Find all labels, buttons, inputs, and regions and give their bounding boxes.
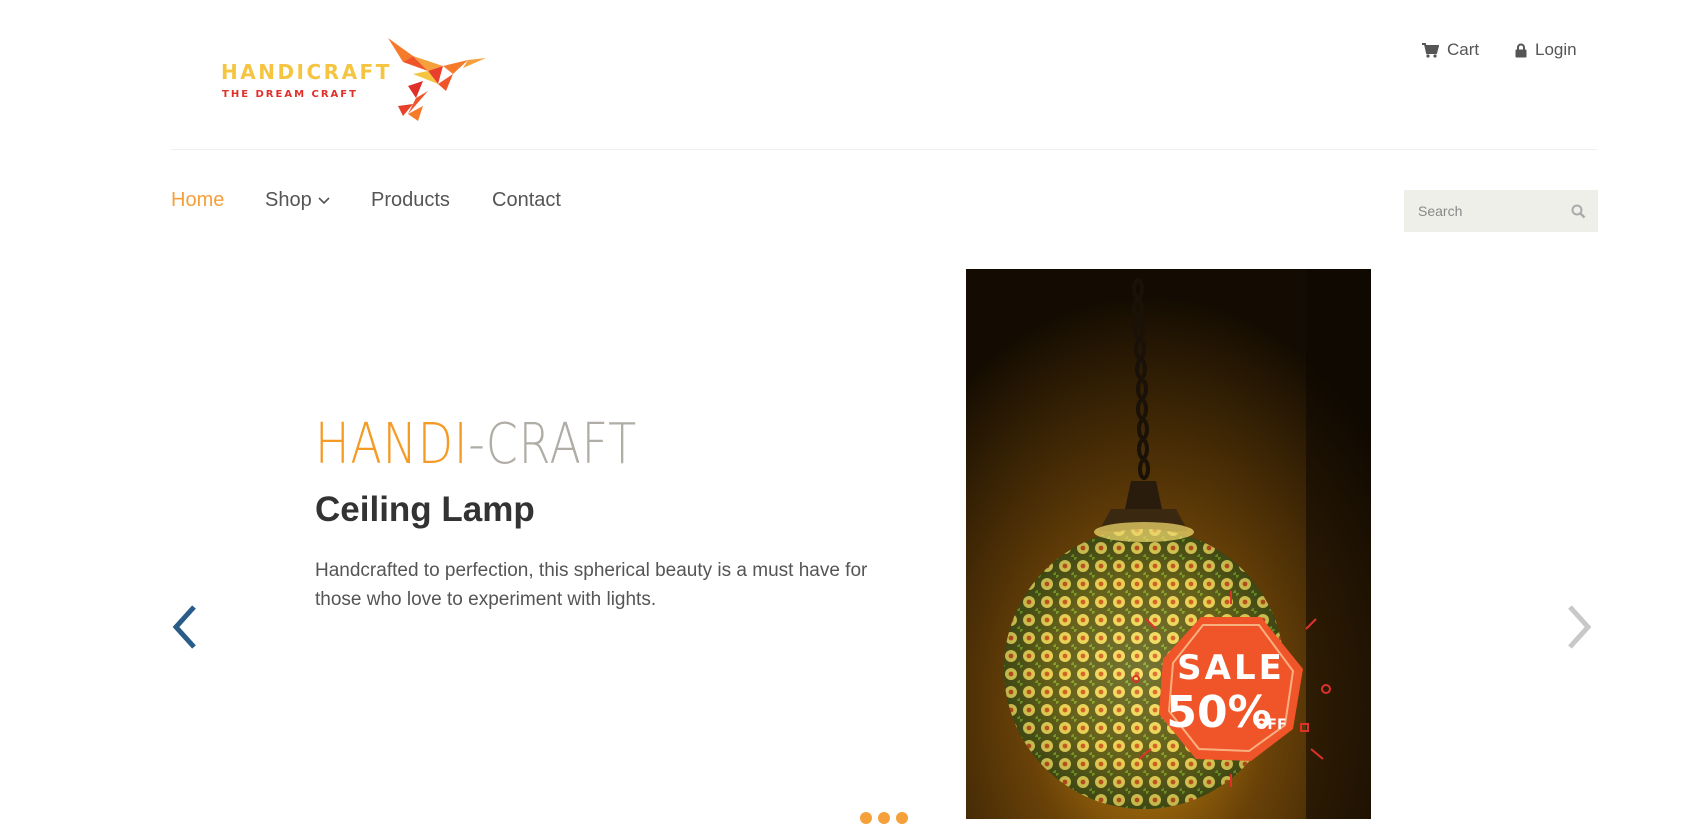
product-image-ceiling-lamp: SALE 50% OFF: [966, 269, 1371, 819]
slider-dots: [860, 812, 908, 824]
slide-description: Handcrafted to perfection, this spherica…: [315, 560, 868, 610]
nav-item-products[interactable]: Products: [371, 189, 450, 212]
search-icon[interactable]: [1571, 204, 1586, 219]
chevron-down-icon: [318, 196, 330, 204]
login-label: Login: [1535, 40, 1577, 59]
slide-brand-part2: CRAFT: [485, 412, 637, 477]
cart-icon: [1422, 42, 1439, 58]
slide-title: Ceiling Lamp: [315, 490, 535, 529]
slide-brand-part1: HANDI: [315, 412, 469, 477]
cart-link[interactable]: Cart: [1422, 40, 1479, 60]
nav-item-contact[interactable]: Contact: [492, 189, 561, 212]
search-box: [1404, 190, 1598, 232]
slide-brand-heading: HANDI-CRAFT: [315, 412, 637, 477]
logo-brand-text: HANDICRAFT: [221, 60, 392, 84]
search-input[interactable]: [1416, 202, 1571, 220]
logo-tagline: THE DREAM CRAFT: [222, 89, 358, 100]
chevron-right-icon: [1568, 605, 1592, 649]
cart-label: Cart: [1447, 40, 1480, 59]
nav-item-label: Products: [371, 189, 450, 211]
slide-brand-separator: -: [468, 412, 486, 477]
nav-item-home[interactable]: Home: [171, 189, 224, 212]
nav-item-label: Home: [171, 189, 225, 211]
nav-item-label: Contact: [492, 189, 561, 211]
badge-line3: OFF: [1255, 717, 1286, 733]
lock-icon: [1515, 43, 1527, 57]
slider-dot[interactable]: [860, 812, 872, 824]
slider-dot[interactable]: [878, 812, 890, 824]
hummingbird-logo-icon: [388, 38, 486, 121]
nav-item-shop[interactable]: Shop: [265, 189, 330, 212]
site-logo[interactable]: HANDICRAFT THE DREAM CRAFT: [218, 36, 498, 126]
login-link[interactable]: Login: [1515, 40, 1577, 60]
badge-line1: SALE: [1177, 648, 1285, 688]
nav-item-label: Shop: [265, 189, 312, 211]
slider-dot[interactable]: [896, 812, 908, 824]
header-divider: [171, 149, 1597, 150]
slider-prev-button[interactable]: [170, 604, 198, 655]
chevron-left-icon: [172, 605, 196, 649]
slider-next-button[interactable]: [1566, 604, 1594, 655]
